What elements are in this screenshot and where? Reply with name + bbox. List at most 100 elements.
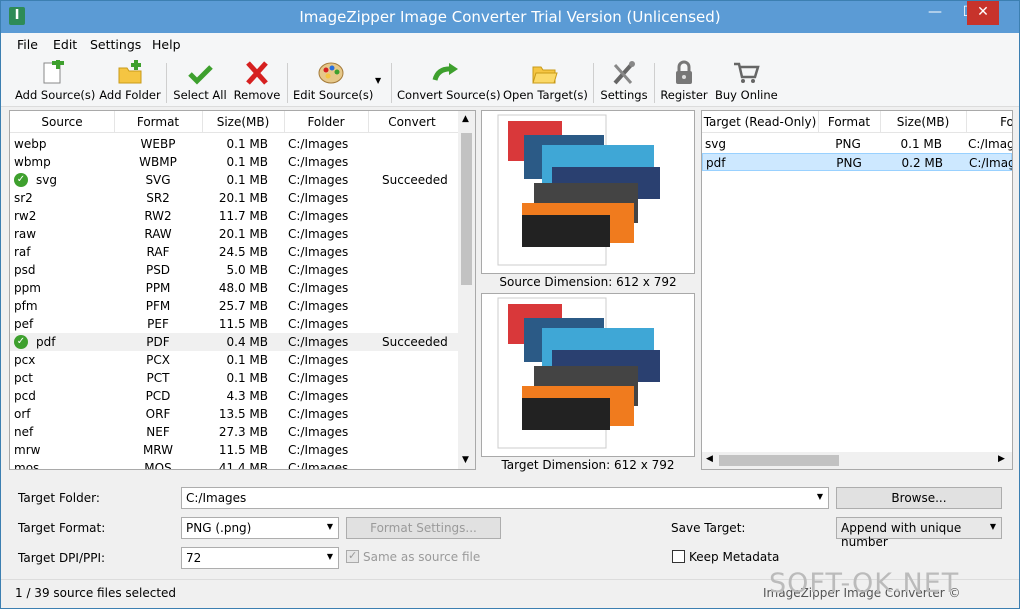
cell-source: pcx (14, 353, 36, 367)
table-row[interactable]: pcd PCD 4.3 MB C:/Images (10, 387, 475, 405)
scroll-right-icon[interactable]: ▶ (998, 454, 1005, 464)
cell-format: RAF (146, 245, 170, 259)
scroll-down-icon[interactable]: ▼ (462, 455, 469, 465)
cell-size: 27.3 MB (218, 425, 268, 439)
column-source[interactable]: Source (10, 115, 114, 129)
browse-button[interactable]: Browse... (836, 487, 1002, 509)
add-file-icon (39, 57, 67, 86)
buy-online-button[interactable]: Buy Online (715, 60, 778, 106)
cell-size: 0.1 MB (900, 137, 942, 151)
cell-folder: C:/Imag (969, 156, 1013, 170)
format-settings-button[interactable]: Format Settings... (346, 517, 501, 539)
red-x-icon (243, 60, 271, 86)
cell-source: wbmp (14, 155, 51, 169)
column-convert[interactable]: Convert (368, 115, 456, 129)
keep-metadata-checkbox[interactable] (672, 550, 685, 563)
table-row[interactable]: webp WEBP 0.1 MB C:/Images (10, 135, 475, 153)
table-row[interactable]: rw2 RW2 11.7 MB C:/Images (10, 207, 475, 225)
cell-size: 0.1 MB (226, 137, 268, 151)
cell-source: pef (14, 317, 34, 331)
menu-help[interactable]: Help (152, 37, 181, 52)
table-row[interactable]: mos MOS 41.4 MB C:/Images (10, 459, 475, 469)
table-row[interactable]: ppm PPM 48.0 MB C:/Images (10, 279, 475, 297)
source-list-header: Source Format Size(MB) Folder Convert (10, 111, 475, 133)
lock-icon (670, 60, 698, 86)
edit-sources-button[interactable]: Edit Source(s) (293, 60, 373, 106)
same-as-source-checkbox[interactable]: ✓ (346, 549, 359, 563)
target-folder-field[interactable]: C:/Images (181, 487, 829, 509)
table-row[interactable]: ✓ svg SVG 0.1 MB C:/Images Succeeded (10, 171, 475, 189)
green-arrow-icon (432, 60, 460, 86)
cell-format: PCX (146, 353, 170, 367)
cell-folder: C:/Images (288, 425, 349, 439)
cell-source: raf (14, 245, 31, 259)
table-row[interactable]: pef PEF 11.5 MB C:/Images (10, 315, 475, 333)
cell-source: pcd (14, 389, 36, 403)
cell-folder: C:/Images (288, 281, 349, 295)
window-title: ImageZipper Image Converter Trial Versio… (299, 8, 721, 26)
table-row[interactable]: psd PSD 5.0 MB C:/Images (10, 261, 475, 279)
target-format-select[interactable]: PNG (.png) (181, 517, 339, 539)
scroll-up-icon[interactable]: ▲ (462, 114, 469, 124)
minimize-button[interactable]: — (919, 1, 951, 25)
convert-sources-button[interactable]: Convert Source(s) (397, 60, 501, 106)
cell-folder: C:/Imag (968, 137, 1013, 151)
column-folder[interactable]: Folder (284, 115, 368, 129)
settings-button[interactable]: Settings (599, 60, 649, 106)
column-target-size[interactable]: Size(MB) (880, 115, 966, 129)
cell-format: SVG (145, 173, 171, 187)
table-row[interactable]: pcx PCX 0.1 MB C:/Images (10, 351, 475, 369)
table-row[interactable]: mrw MRW 11.5 MB C:/Images (10, 441, 475, 459)
cell-folder: C:/Images (288, 209, 349, 223)
target-hscrollbar[interactable]: ◀ ▶ (702, 452, 1012, 469)
table-row[interactable]: pct PCT 0.1 MB C:/Images (10, 369, 475, 387)
cell-folder: C:/Images (288, 299, 349, 313)
column-size[interactable]: Size(MB) (202, 115, 284, 129)
table-row[interactable]: pfm PFM 25.7 MB C:/Images (10, 297, 475, 315)
cell-size: 20.1 MB (218, 227, 268, 241)
source-scrollbar[interactable]: ▲ ▼ (458, 111, 475, 469)
select-all-button[interactable]: Select All (173, 60, 227, 106)
table-row[interactable]: raf RAF 24.5 MB C:/Images (10, 243, 475, 261)
table-row[interactable]: svg PNG 0.1 MB C:/Imag (702, 135, 1012, 153)
cell-format: WEBP (140, 137, 176, 151)
source-dimension-caption: Source Dimension: 612 x 792 (499, 275, 677, 289)
table-row[interactable]: nef NEF 27.3 MB C:/Images (10, 423, 475, 441)
toolbar-separator (593, 63, 594, 103)
scroll-thumb[interactable] (719, 455, 839, 466)
table-row[interactable]: pdf PNG 0.2 MB C:/Imag (702, 153, 1012, 171)
scroll-left-icon[interactable]: ◀ (706, 454, 713, 464)
cell-format: PNG (836, 156, 862, 170)
table-row[interactable]: orf ORF 13.5 MB C:/Images (10, 405, 475, 423)
remove-button[interactable]: Remove (233, 60, 281, 106)
column-target-folder[interactable]: Fo (992, 115, 1012, 129)
column-format[interactable]: Format (114, 115, 202, 129)
table-row[interactable]: wbmp WBMP 0.1 MB C:/Images (10, 153, 475, 171)
source-list[interactable]: Source Format Size(MB) Folder Convert we… (9, 110, 476, 470)
close-button[interactable]: ✕ (967, 1, 999, 25)
scroll-thumb[interactable] (461, 133, 472, 285)
target-list[interactable]: Target (Read-Only) Format Size(MB) Fo sv… (701, 110, 1013, 470)
menu-edit[interactable]: Edit (53, 37, 77, 52)
selection-status: 1 / 39 source files selected (15, 586, 177, 600)
table-row[interactable]: sr2 SR2 20.1 MB C:/Images (10, 189, 475, 207)
dpi-select[interactable]: 72 (181, 547, 339, 569)
title-bar[interactable]: I ImageZipper Image Converter Trial Vers… (1, 1, 1019, 33)
success-check-icon: ✓ (14, 335, 28, 349)
menu-file[interactable]: File (17, 37, 38, 52)
save-target-select[interactable]: Append with unique number (836, 517, 1002, 549)
table-row[interactable]: ✓ pdf PDF 0.4 MB C:/Images Succeeded (10, 333, 475, 351)
add-sources-button[interactable]: Add Source(s) (15, 57, 95, 106)
menu-settings[interactable]: Settings (90, 37, 141, 52)
cell-format: RAW (144, 227, 172, 241)
cell-size: 20.1 MB (218, 191, 268, 205)
column-target-format[interactable]: Format (818, 115, 880, 129)
cell-folder: C:/Images (288, 443, 349, 457)
check-icon: ✓ (348, 549, 358, 562)
register-button[interactable]: Register (659, 60, 709, 106)
table-row[interactable]: raw RAW 20.1 MB C:/Images (10, 225, 475, 243)
open-targets-button[interactable]: Open Target(s) (503, 60, 588, 106)
add-folder-button[interactable]: Add Folder (99, 60, 161, 106)
column-target[interactable]: Target (Read-Only) (702, 115, 818, 129)
edit-sources-dropdown[interactable]: ▼ (373, 60, 387, 106)
